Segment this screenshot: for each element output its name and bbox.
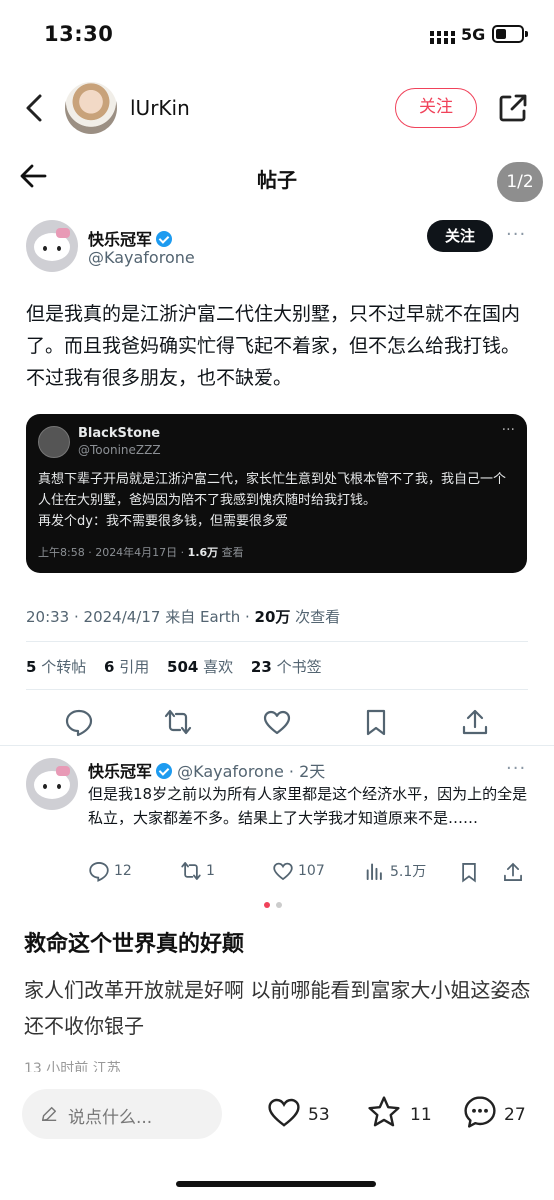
reply-like-count: 107 bbox=[272, 860, 325, 886]
comment-input[interactable]: 说点什么... bbox=[22, 1089, 222, 1139]
note-meta: 13 小时前 江苏 bbox=[24, 1061, 121, 1072]
reply-icon bbox=[89, 862, 109, 882]
carousel-dot-active bbox=[264, 902, 270, 908]
author-handle: @Kayaforone bbox=[88, 248, 195, 267]
bookmark-icon bbox=[366, 709, 386, 736]
author-name: 快乐冠军 bbox=[88, 226, 173, 250]
divider bbox=[26, 641, 528, 642]
share-icon[interactable] bbox=[497, 92, 529, 124]
post-top-bar: 帖子 1/2 bbox=[0, 146, 554, 206]
author-avatar bbox=[26, 220, 78, 272]
signal-icon bbox=[430, 31, 455, 44]
battery-icon bbox=[492, 25, 528, 43]
status-time: 13:30 bbox=[44, 22, 114, 46]
star-icon bbox=[368, 1096, 400, 1127]
verified-badge-icon bbox=[156, 231, 173, 247]
quoted-post: BlackStone @ToonineZZZ ··· 真想下辈子开局就是江浙沪富… bbox=[26, 414, 527, 573]
reply-icon bbox=[65, 709, 93, 737]
reply-reply-count: 12 bbox=[88, 860, 132, 886]
stat-bookmarks: 23 个书签 bbox=[250, 658, 322, 676]
analytics-icon bbox=[366, 863, 382, 881]
app-header: lUrKin 关注 bbox=[0, 70, 554, 146]
post-screenshot: 帖子 1/2 快乐冠军 @Kayaforone 关注 ··· 但是我真的是江浙沪… bbox=[0, 146, 554, 1076]
follow-button[interactable]: 关注 bbox=[395, 88, 477, 128]
reply-retweet-count: 1 bbox=[180, 860, 215, 886]
post-stats: 5 个转帖 6 引用 504 喜欢 23 个书签 bbox=[26, 656, 335, 677]
reply-header: 快乐冠军 @Kayaforone · 2天 bbox=[88, 762, 326, 781]
like-button[interactable]: 53 bbox=[266, 1094, 336, 1134]
favorite-count: 11 bbox=[410, 1105, 432, 1125]
heart-icon bbox=[268, 1098, 300, 1127]
pencil-icon bbox=[41, 1106, 57, 1122]
post-timestamp: 20:33 · 2024/4/17 来自 Earth · 20万 次查看 bbox=[26, 608, 341, 626]
avatar[interactable] bbox=[65, 82, 117, 134]
post-follow-button: 关注 bbox=[427, 220, 493, 252]
quoted-meta: 上午8:58 · 2024年4月17日 · 1.6万 查看 bbox=[38, 546, 244, 559]
quoted-avatar bbox=[38, 426, 70, 458]
comment-bubble-icon bbox=[464, 1096, 496, 1128]
post-bar-title: 帖子 bbox=[257, 168, 297, 192]
page-indicator: 1/2 bbox=[497, 162, 543, 202]
divider bbox=[26, 689, 528, 690]
post-body: 但是我真的是江浙沪富二代住大别墅，只不过早就不在国内了。而且我爸妈确实忙得飞起不… bbox=[26, 303, 521, 389]
share-post-icon bbox=[504, 862, 522, 881]
note-body: 家人们改革开放就是好啊 以前哪能看到富家大小姐这姿态 还不收你银子 bbox=[24, 978, 531, 1038]
bottom-bar: 说点什么... 53 11 27 bbox=[0, 1076, 554, 1200]
network-label: 5G bbox=[461, 25, 486, 44]
like-count: 53 bbox=[308, 1105, 330, 1125]
stat-reposts: 5 个转帖 bbox=[26, 658, 87, 676]
stat-quotes: 6 引用 bbox=[104, 658, 150, 676]
retweet-icon bbox=[181, 862, 201, 880]
bookmark-icon bbox=[462, 863, 476, 883]
quoted-handle: @ToonineZZZ bbox=[78, 443, 161, 457]
like-icon bbox=[263, 710, 291, 735]
divider bbox=[0, 745, 554, 746]
comment-button[interactable]: 27 bbox=[462, 1094, 532, 1134]
reply-more-icon: ··· bbox=[506, 758, 527, 779]
quoted-text: 真想下辈子开局就是江浙沪富二代，家长忙生意到处飞根本管不了我，我自己一个人住在大… bbox=[38, 472, 507, 529]
back-chevron-icon[interactable] bbox=[20, 92, 50, 124]
verified-badge-icon bbox=[156, 763, 173, 779]
reply-action-row: 12 1 107 5.1万 bbox=[88, 858, 528, 888]
reply-avatar bbox=[26, 758, 78, 810]
comment-count: 27 bbox=[504, 1105, 526, 1125]
header-username[interactable]: lUrKin bbox=[130, 96, 190, 120]
post-action-row bbox=[0, 701, 554, 741]
home-indicator bbox=[176, 1181, 376, 1187]
retweet-icon bbox=[164, 709, 192, 735]
reply-body: 但是我18岁之前以为所有人家里都是这个经济水平，因为上的全是私立，大家都差不多。… bbox=[88, 785, 528, 827]
reply-view-count: 5.1万 bbox=[364, 860, 426, 886]
quoted-name: BlackStone bbox=[78, 426, 161, 441]
share-post-icon bbox=[462, 709, 488, 735]
stat-likes: 504 喜欢 bbox=[167, 658, 234, 676]
carousel-dot bbox=[276, 902, 282, 908]
favorite-button[interactable]: 11 bbox=[366, 1094, 432, 1134]
more-icon: ··· bbox=[506, 224, 527, 245]
note-title: 救命这个世界真的好颠 bbox=[24, 932, 245, 957]
comment-placeholder: 说点什么... bbox=[68, 1108, 153, 1128]
quoted-more-icon: ··· bbox=[501, 422, 515, 438]
status-bar: 13:30 5G bbox=[0, 0, 554, 70]
like-icon bbox=[273, 862, 293, 881]
